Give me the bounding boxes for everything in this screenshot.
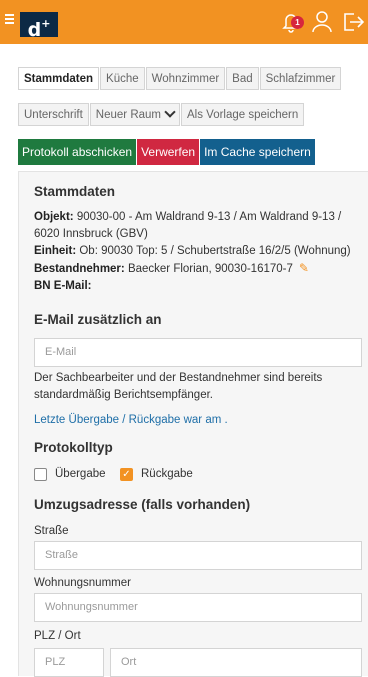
uebergabe-checkbox[interactable]	[34, 468, 47, 481]
app-logo[interactable]: d+	[20, 12, 58, 41]
umzug-title: Umzugsadresse (falls vorhanden)	[34, 497, 251, 512]
chevron-down-icon	[164, 106, 176, 118]
uebergabe-label: Übergabe	[55, 468, 106, 480]
new-room-label: Neuer Raum	[95, 109, 161, 121]
tab-kueche[interactable]: Küche	[100, 67, 145, 90]
tab-wohnzimmer[interactable]: Wohnzimmer	[145, 67, 226, 90]
user-icon[interactable]	[311, 10, 333, 34]
tab-stammdaten[interactable]: Stammdaten	[18, 67, 100, 90]
top-bar: d+ 1	[0, 0, 368, 44]
notification-badge: 1	[291, 16, 304, 29]
secondary-tabs: Unterschrift Neuer Raum Als Vorlage speich…	[18, 103, 305, 126]
menu-icon[interactable]	[5, 14, 14, 24]
objekt-line: Objekt: 90030-00 - Am Waldrand 9-13 / Am…	[34, 211, 342, 240]
tab-unterschrift[interactable]: Unterschrift	[18, 103, 89, 126]
ort-input[interactable]: Ort	[110, 648, 362, 677]
new-room-dropdown[interactable]: Neuer Raum	[89, 103, 180, 126]
bn-email-line: BN E-Mail:	[34, 280, 92, 292]
submit-protocol-button[interactable]: Protokoll abschicken	[18, 139, 137, 165]
stammdaten-panel: Stammdaten Objekt: 90030-00 - Am Waldran…	[18, 171, 368, 677]
protokolltyp-title: Protokolltyp	[34, 440, 113, 455]
edit-icon[interactable]: ✎	[299, 260, 309, 277]
stammdaten-title: Stammdaten	[34, 184, 116, 199]
rueckgabe-checkbox[interactable]: ✓	[120, 468, 133, 481]
save-as-template-button[interactable]: Als Vorlage speichern	[181, 103, 305, 126]
recipient-hint: Der Sachbearbeiter und der Bestandnehmer…	[34, 372, 323, 401]
plz-input[interactable]: PLZ	[34, 648, 104, 677]
stammdaten-info: Objekt: 90030-00 - Am Waldrand 9-13 / Am…	[34, 209, 362, 295]
save-cache-button[interactable]: Im Cache speichern	[200, 139, 315, 165]
tab-schlafzimmer[interactable]: Schlafzimmer	[259, 67, 342, 90]
wohnungsnummer-label: Wohnungsnummer	[34, 577, 131, 589]
last-handover-link[interactable]: Letzte Übergabe / Rückgabe war am .	[34, 414, 228, 426]
email-title: E-Mail zusätzlich an	[34, 312, 162, 327]
protokolltyp-options: Übergabe ✓ Rückgabe	[34, 468, 234, 484]
action-buttons: Protokoll abschicken Verwerfen Im Cache sp…	[18, 139, 316, 165]
tab-bad[interactable]: Bad	[226, 67, 259, 90]
logout-icon[interactable]	[342, 11, 366, 33]
room-tabs: Stammdaten Küche Wohnzimmer Bad Schlafzimmer	[18, 67, 342, 90]
email-input[interactable]: E-Mail	[34, 338, 362, 367]
rueckgabe-label: Rückgabe	[141, 468, 193, 480]
strasse-input[interactable]: Straße	[34, 541, 362, 570]
strasse-label: Straße	[34, 525, 69, 537]
wohnungsnummer-input[interactable]: Wohnungsnummer	[34, 593, 362, 622]
plz-ort-label: PLZ / Ort	[34, 630, 81, 642]
bestandnehmer-line: Bestandnehmer: Baecker Florian, 90030-16…	[34, 260, 309, 277]
einheit-line: Einheit: Ob: 90030 Top: 5 / Schubertstra…	[34, 245, 351, 257]
discard-button[interactable]: Verwerfen	[137, 139, 200, 165]
